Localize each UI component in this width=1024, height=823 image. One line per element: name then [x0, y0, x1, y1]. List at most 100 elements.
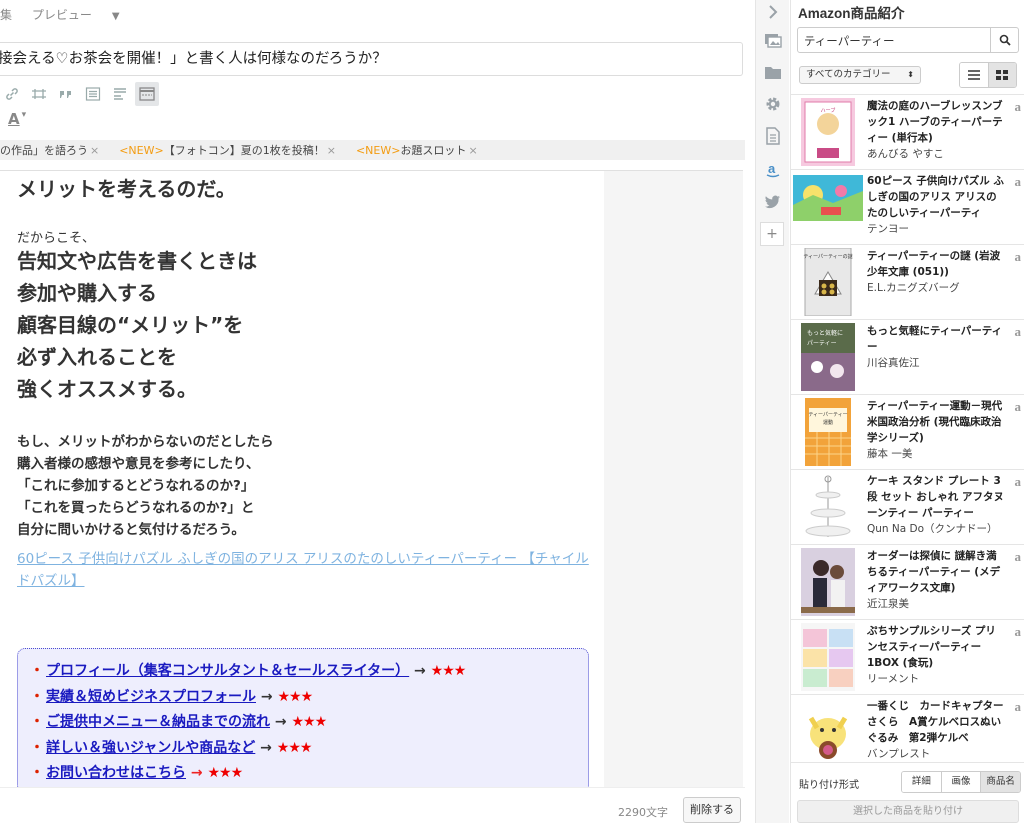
amazon-icon: a — [1014, 324, 1022, 339]
app-root: 集 プレビュー ▼ 接会える♡お茶会を開催！」と書く人は何様なのだろうか？ A … — [0, 0, 1024, 823]
svg-text:ティーパーティーの謎: ティーパーティーの謎 — [803, 253, 852, 260]
title-input[interactable]: 接会える♡お茶会を開催！」と書く人は何様なのだろうか？ — [0, 42, 743, 76]
menu-link[interactable]: プロフィール（集客コンサルタント＆セールスライター） — [46, 663, 409, 679]
tab-preview[interactable]: プレビュー ▼ — [32, 8, 136, 22]
topic-tag[interactable]: <NEW>【フォトコン】夏の1枚を投稿！ × — [119, 142, 336, 158]
document-icon[interactable] — [756, 124, 790, 148]
product-item[interactable]: ぷちサンプルシリーズ プリンセスティーパーティー 1BOX (食玩) リーメント … — [791, 620, 1024, 695]
more-icon[interactable] — [108, 82, 132, 106]
amazon-icon: a — [1014, 249, 1022, 264]
editor-tabs: 集 プレビュー ▼ — [0, 6, 152, 23]
paste-format-bar: 貼り付け形式 詳細 画像 商品名 — [791, 762, 1024, 797]
product-item[interactable]: 60ピース 子供向けパズル ふしぎの国のアリス アリスのたのしいティーパーティテ… — [791, 170, 1024, 245]
product-thumbnail — [801, 473, 855, 541]
amazon-icon: a — [1014, 699, 1022, 714]
product-item[interactable]: ハーブ 魔法の庭のハーブレッスンブック1 ハーブのティーパーティー (単行本) あ… — [791, 95, 1024, 170]
body-small-text: だからこそ、 — [17, 231, 96, 246]
paste-selected-button[interactable]: 選択した商品を貼り付け — [797, 800, 1019, 823]
product-thumbnail: もっと気軽に パーティー — [801, 323, 855, 391]
chevron-right-icon[interactable] — [756, 0, 790, 24]
product-thumbnail — [801, 698, 855, 761]
topic-tag[interactable]: <NEW>お題スロット × — [356, 142, 478, 158]
table-icon[interactable] — [27, 82, 51, 106]
twitter-icon[interactable] — [756, 190, 790, 214]
product-item[interactable]: もっと気軽に パーティー もっと気軽にティーパーティー 川谷真佐江 a — [791, 320, 1024, 395]
product-item[interactable]: ティーパーティー 運動 ティーパーティー運動－現代米国政治分析 (現代臨床政治学シ… — [791, 395, 1024, 470]
amazon-icon: a — [1014, 174, 1022, 189]
menu-link[interactable]: 詳しい＆強いジャンルや商品など — [46, 740, 255, 756]
menu-row: ・ご提供中メニュー＆納品までの流れ → ★★★ — [30, 714, 327, 730]
menu-row: ・実績＆短めビジネスプロフォール → ★★★ — [30, 688, 313, 705]
link-icon[interactable] — [0, 82, 24, 106]
close-icon: × — [90, 144, 100, 157]
svg-text:a: a — [768, 161, 776, 176]
editor-pane: 集 プレビュー ▼ 接会える♡お茶会を開催！」と書く人は何様なのだろうか？ A … — [0, 0, 745, 823]
char-count: 2290文字 — [618, 806, 668, 819]
svg-text:もっと気軽に: もっと気軽に — [807, 329, 843, 337]
pagebreak-icon[interactable] — [135, 82, 159, 106]
chevron-down-icon: ▼ — [111, 11, 120, 22]
product-list: ハーブ 魔法の庭のハーブレッスンブック1 ハーブのティーパーティー (単行本) あ… — [791, 94, 1024, 761]
format-toolbar — [0, 82, 162, 106]
product-item[interactable]: オーダーは探偵に 謎解き満ちるティーパーティー (メディアワークス文庫) 近江泉美… — [791, 545, 1024, 620]
product-search[interactable]: ティーパーティー — [797, 27, 1019, 53]
svg-text:ハーブ: ハーブ — [821, 107, 836, 114]
paste-format-label: 貼り付け形式 — [799, 780, 859, 791]
menu-link[interactable]: ご提供中メニュー＆納品までの流れ — [46, 714, 270, 730]
product-item[interactable]: ケーキ スタンド プレート 3段 セット おしゃれ アフタヌーンティー パーティ… — [791, 470, 1024, 545]
topic-tag[interactable]: の作品」を語ろう × — [0, 142, 99, 158]
product-thumbnail — [801, 623, 855, 691]
photo-icon[interactable] — [756, 28, 790, 52]
menu-row: ・詳しい＆強いジャンルや商品など → ★★★ — [30, 739, 312, 756]
product-item[interactable]: 一番くじ カードキャプターさくら A賞ケルベロスぬいぐるみ 第2弾ケルベ バンプレ… — [791, 695, 1024, 761]
grid-view-icon[interactable] — [987, 63, 1016, 87]
search-icon[interactable] — [990, 28, 1018, 52]
list-icon[interactable] — [81, 82, 105, 106]
amazon-icon: a — [1014, 99, 1022, 114]
body-heading: メリットを考えるのだ。 — [17, 177, 236, 201]
product-thumbnail: ハーブ — [801, 98, 855, 166]
folder-icon[interactable] — [756, 60, 790, 84]
search-input[interactable]: ティーパーティー — [804, 33, 895, 49]
editor-body[interactable]: メリットを考えるのだ。 だからこそ、 告知文や広告を書くときは 参加や購入する … — [0, 171, 604, 788]
product-link[interactable]: 60ピース 子供向けパズル ふしぎの国のアリス アリスのたのしいティーパーティー… — [17, 548, 592, 592]
body-emphasis: 告知文や広告を書くときは 参加や購入する 顧客目線の“メリット”を 必ず入れるこ… — [17, 249, 257, 401]
editor-body-wrap: メリットを考えるのだ。 だからこそ、 告知文や広告を書くときは 参加や購入する … — [0, 170, 743, 788]
product-thumbnail: ティーパーティー 運動 — [801, 398, 855, 466]
topic-tag-bar: の作品」を語ろう × <NEW>【フォトコン】夏の1枚を投稿！ × <NEW>お題ス… — [0, 140, 745, 160]
menu-row: ・プロフィール（集客コンサルタント＆セールスライター） → ★★★ — [30, 663, 466, 679]
panel-title: Amazon商品紹介 — [798, 6, 905, 21]
format-name-button[interactable]: 商品名 — [981, 772, 1020, 792]
body-paragraph: もし、メリットがわからないのだとしたら 購入者様の感想や意見を参考にしたり、 「… — [17, 434, 274, 538]
add-icon[interactable]: + — [760, 222, 784, 246]
amazon-icon[interactable]: a — [756, 158, 790, 182]
svg-text:運動: 運動 — [823, 419, 833, 426]
select-arrows-icon: ⬍ — [907, 70, 914, 79]
delete-button[interactable]: 削除する — [683, 797, 741, 823]
amazon-panel: Amazon商品紹介 ティーパーティー すべてのカテゴリー ⬍ ハーブ 魔法の庭… — [790, 0, 1024, 823]
format-detail-button[interactable]: 詳細 — [902, 772, 942, 792]
svg-text:パーティー: パーティー — [807, 340, 837, 347]
tab-edit[interactable]: 集 — [0, 8, 12, 22]
side-icon-rail: a + — [755, 0, 789, 823]
close-icon: × — [326, 144, 336, 157]
quote-icon[interactable] — [54, 82, 78, 106]
menu-box: ・プロフィール（集客コンサルタント＆セールスライター） → ★★★ ・実績＆短め… — [17, 648, 589, 788]
gear-icon[interactable] — [756, 92, 790, 116]
list-view-icon[interactable] — [960, 63, 988, 87]
menu-link[interactable]: 実績＆短めビジネスプロフォール — [46, 689, 256, 705]
editor-footer: 2290文字 削除する — [0, 787, 745, 823]
close-icon: × — [468, 144, 478, 157]
format-buttons: 詳細 画像 商品名 — [901, 771, 1021, 793]
view-toggle — [959, 62, 1017, 88]
product-item[interactable]: ティーパーティーの謎 ティーパーティーの謎 (岩波少年文庫 (051)) E.L.… — [791, 245, 1024, 320]
category-select[interactable]: すべてのカテゴリー ⬍ — [799, 66, 921, 84]
menu-link[interactable]: お問い合わせはこちら — [46, 765, 186, 781]
product-thumbnail — [801, 548, 855, 616]
svg-text:ティーパーティー: ティーパーティー — [808, 412, 847, 418]
menu-row: ・お問い合わせはこちら → ★★★ — [30, 765, 243, 781]
font-color-button[interactable]: A ▾ — [8, 110, 26, 128]
product-thumbnail: ティーパーティーの謎 — [801, 248, 855, 316]
amazon-icon: a — [1014, 474, 1022, 489]
format-image-button[interactable]: 画像 — [941, 772, 982, 792]
